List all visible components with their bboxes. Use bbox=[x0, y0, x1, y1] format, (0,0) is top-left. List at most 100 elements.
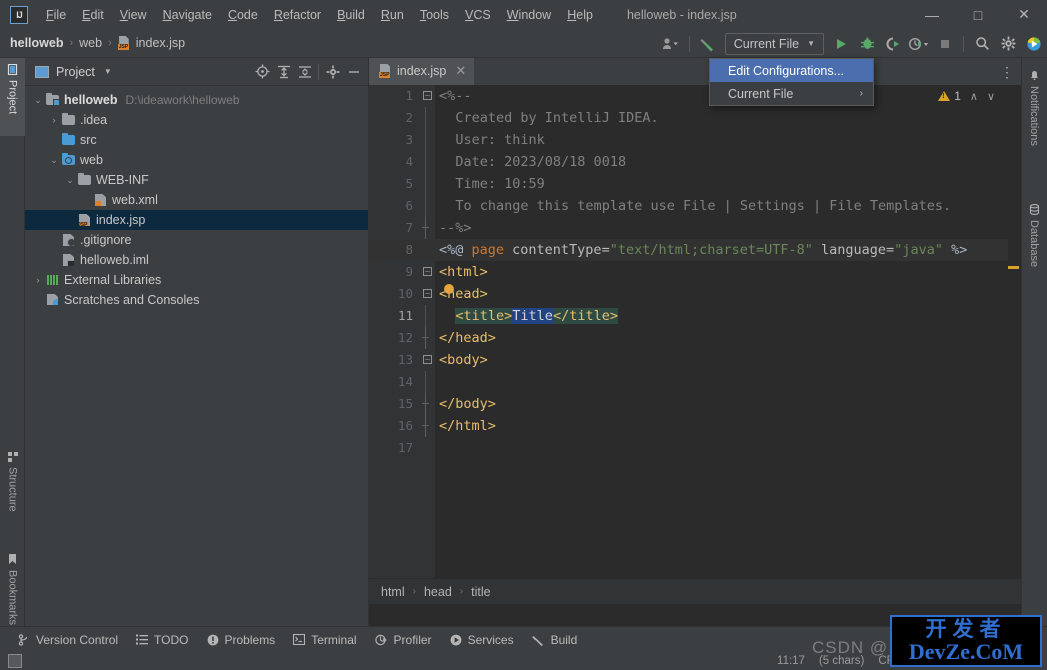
editor-scrollbar[interactable] bbox=[1008, 85, 1021, 600]
breadcrumb-project[interactable]: helloweb bbox=[10, 36, 63, 50]
fold-collapse-icon[interactable]: − bbox=[423, 289, 432, 298]
scroll-from-source-icon[interactable] bbox=[252, 61, 273, 83]
hide-panel-icon[interactable] bbox=[343, 61, 364, 83]
gear-icon[interactable] bbox=[995, 29, 1021, 58]
chevron-down-icon[interactable]: ▼ bbox=[104, 67, 112, 76]
bottom-tab-terminal[interactable]: Terminal bbox=[293, 633, 357, 647]
lock-icon[interactable] bbox=[1029, 655, 1039, 667]
collapse-all-icon[interactable] bbox=[294, 61, 315, 83]
tree-node-web-inf[interactable]: ⌄ WEB-INF bbox=[25, 170, 368, 190]
editor-breadcrumb-head[interactable]: head bbox=[424, 585, 452, 599]
code-line-4[interactable]: 4 Date: 2023/08/18 0018 bbox=[369, 151, 1021, 173]
menu-run[interactable]: Run bbox=[373, 5, 412, 25]
expand-arrow-icon[interactable]: › bbox=[47, 115, 61, 125]
run-button[interactable] bbox=[828, 29, 854, 58]
tree-node-scratches-and-consoles[interactable]: Scratches and Consoles bbox=[25, 290, 368, 310]
tree-node-helloweb-iml[interactable]: helloweb.iml bbox=[25, 250, 368, 270]
bottom-tab-version-control[interactable]: Version Control bbox=[18, 633, 118, 647]
expand-arrow-icon[interactable]: ⌄ bbox=[31, 95, 45, 106]
dropdown-item-edit-configurations[interactable]: Edit Configurations... bbox=[710, 59, 873, 82]
menu-refactor[interactable]: Refactor bbox=[266, 5, 329, 25]
code-line-6[interactable]: 6 To change this template use File | Sett… bbox=[369, 195, 1021, 217]
profiler-dropdown-icon[interactable] bbox=[906, 29, 932, 58]
code-line-13[interactable]: 13 − <body> bbox=[369, 349, 1021, 371]
file-encoding[interactable]: UTF-8 bbox=[922, 655, 955, 667]
menu-edit[interactable]: Edit bbox=[74, 5, 112, 25]
gear-icon[interactable] bbox=[322, 61, 343, 83]
tree-node-external-libraries[interactable]: › External Libraries bbox=[25, 270, 368, 290]
code-line-1[interactable]: 1 − <%-- bbox=[369, 85, 1021, 107]
code-line-15[interactable]: 15 </body> bbox=[369, 393, 1021, 415]
breadcrumb-folder-web[interactable]: web bbox=[79, 36, 102, 50]
debug-button[interactable] bbox=[854, 29, 880, 58]
sidebar-item-database[interactable]: Database bbox=[1021, 198, 1047, 290]
tree-node-index-jsp[interactable]: index.jsp bbox=[25, 210, 368, 230]
search-icon[interactable] bbox=[969, 29, 995, 58]
bottom-tab-services[interactable]: Services bbox=[450, 633, 514, 647]
expand-arrow-icon[interactable]: ⌄ bbox=[47, 155, 61, 166]
code-line-16[interactable]: 16 </html> bbox=[369, 415, 1021, 437]
code-line-2[interactable]: 2 Created by IntelliJ IDEA. bbox=[369, 107, 1021, 129]
warning-marker[interactable] bbox=[1008, 266, 1019, 269]
code-line-11[interactable]: 11 <title>Title</title> bbox=[369, 305, 1021, 327]
code-line-12[interactable]: 12 </head> bbox=[369, 327, 1021, 349]
menu-help[interactable]: Help bbox=[559, 5, 601, 25]
toggle-tool-windows-icon[interactable] bbox=[8, 654, 22, 668]
tree-node-web-xml[interactable]: web.xml bbox=[25, 190, 368, 210]
intention-bulb-icon[interactable] bbox=[444, 284, 454, 294]
bottom-tab-problems[interactable]: Problems bbox=[207, 633, 275, 647]
indent-setting[interactable]: 4 spaces bbox=[969, 655, 1015, 667]
expand-all-icon[interactable] bbox=[273, 61, 294, 83]
code-line-8[interactable]: 8 <%@ page contentType="text/html;charset… bbox=[369, 239, 1021, 261]
caret-position[interactable]: 11:17 bbox=[777, 655, 805, 667]
bottom-tab-build[interactable]: Build bbox=[531, 633, 577, 647]
menu-build[interactable]: Build bbox=[329, 5, 373, 25]
tree-node--gitignore[interactable]: .gitignore bbox=[25, 230, 368, 250]
tree-node-web[interactable]: ⌄ web bbox=[25, 150, 368, 170]
code-line-3[interactable]: 3 User: think bbox=[369, 129, 1021, 151]
inspection-widget[interactable]: 1 ∧ ∨ bbox=[938, 89, 995, 103]
tree-node--idea[interactable]: › .idea bbox=[25, 110, 368, 130]
tree-node-src[interactable]: src bbox=[25, 130, 368, 150]
menu-vcs[interactable]: VCS bbox=[457, 5, 499, 25]
fold-collapse-icon[interactable]: − bbox=[423, 91, 432, 100]
expand-arrow-icon[interactable]: › bbox=[31, 275, 45, 285]
expand-arrow-icon[interactable]: ⌄ bbox=[63, 175, 77, 186]
code-editor[interactable]: 1− <%-- 2 Created by IntelliJ IDEA. 3 User: t… bbox=[369, 85, 1021, 600]
run-with-coverage-icon[interactable] bbox=[880, 29, 906, 58]
menu-view[interactable]: View bbox=[112, 5, 155, 25]
editor-tab-index-jsp[interactable]: JSP index.jsp ✕ bbox=[369, 58, 475, 85]
build-hammer-icon[interactable] bbox=[695, 29, 721, 58]
dropdown-item-current-file[interactable]: Current File › bbox=[710, 82, 873, 105]
previous-problem-icon[interactable]: ∧ bbox=[970, 90, 978, 103]
breadcrumb-file[interactable]: index.jsp bbox=[136, 36, 185, 50]
line-separator[interactable]: CRLF bbox=[878, 655, 908, 667]
bottom-tab-profiler[interactable]: Profiler bbox=[374, 633, 432, 647]
close-icon[interactable]: ✕ bbox=[455, 63, 466, 79]
code-line-7[interactable]: 7 --%> bbox=[369, 217, 1021, 239]
sidebar-item-project[interactable]: Project bbox=[0, 58, 25, 136]
fold-collapse-icon[interactable]: − bbox=[423, 267, 432, 276]
menu-code[interactable]: Code bbox=[220, 5, 266, 25]
maximize-button[interactable]: □ bbox=[955, 0, 1001, 29]
bottom-tab-todo[interactable]: TODO bbox=[136, 633, 189, 647]
next-problem-icon[interactable]: ∨ bbox=[987, 90, 995, 103]
fold-collapse-icon[interactable]: − bbox=[423, 355, 432, 364]
code-line-14[interactable]: 14 bbox=[369, 371, 1021, 393]
code-line-9[interactable]: 9 − <html> bbox=[369, 261, 1021, 283]
stop-button[interactable] bbox=[932, 29, 958, 58]
editor-options-icon[interactable]: ⋮ bbox=[997, 58, 1017, 85]
sidebar-item-structure[interactable]: Structure bbox=[0, 446, 25, 538]
editor-breadcrumb-html[interactable]: html bbox=[381, 585, 405, 599]
menu-tools[interactable]: Tools bbox=[412, 5, 457, 25]
user-account-icon[interactable] bbox=[658, 29, 684, 58]
close-button[interactable]: ✕ bbox=[1001, 0, 1047, 29]
code-line-5[interactable]: 5 Time: 10:59 bbox=[369, 173, 1021, 195]
minimize-button[interactable]: — bbox=[909, 0, 955, 29]
browser-preview-icon[interactable] bbox=[1021, 29, 1047, 58]
tree-node-helloweb[interactable]: ⌄ helloweb D:\ideawork\helloweb bbox=[25, 90, 368, 110]
menu-window[interactable]: Window bbox=[499, 5, 559, 25]
sidebar-item-notifications[interactable]: Notifications bbox=[1021, 64, 1047, 176]
menu-file[interactable]: File bbox=[38, 5, 74, 25]
code-line-10[interactable]: 10− <head> bbox=[369, 283, 1021, 305]
